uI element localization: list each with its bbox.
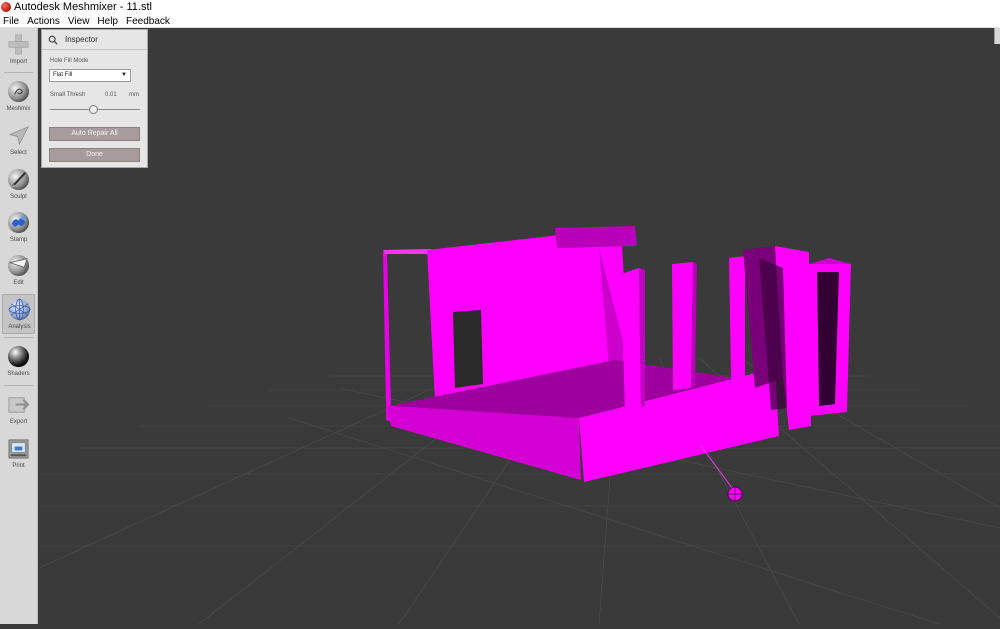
- window-title: Autodesk Meshmixer - 11.stl: [14, 1, 152, 13]
- analysis-sphere-icon: [8, 298, 31, 321]
- inspector-panel: Inspector Hole Fill Mode Flat Fill ▼ Sma…: [41, 29, 148, 168]
- gizmo-line: [700, 445, 736, 493]
- magnifier-icon: [48, 35, 58, 45]
- tool-shaders-label: Shaders: [7, 371, 30, 377]
- pivot-gizmo[interactable]: [727, 486, 743, 502]
- plus-icon: [8, 34, 29, 55]
- tool-meshmix-label: Meshmix: [6, 106, 31, 112]
- tool-sculpt-label: Sculpt: [10, 194, 27, 200]
- tool-edit[interactable]: Edit: [2, 251, 35, 291]
- small-thresh-slider-handle[interactable]: [88, 105, 98, 114]
- viewport-corner-button[interactable]: [994, 28, 1000, 44]
- tool-stamp[interactable]: Stamp: [2, 208, 35, 248]
- tool-edit-label: Edit: [13, 280, 24, 286]
- small-thresh-unit: mm: [129, 92, 139, 98]
- menu-bar: File Actions View Help Feedback: [0, 15, 1000, 28]
- toolbar-divider: [4, 385, 33, 386]
- 3d-viewport[interactable]: [38, 28, 1000, 625]
- select-arrow-icon: [8, 126, 29, 146]
- brush-icon: [7, 168, 30, 191]
- hole-fill-mode-label: Hole Fill Mode: [50, 58, 89, 64]
- toolbar-divider: [4, 72, 33, 73]
- meshmixer-logo-icon: [1, 2, 11, 12]
- menu-file[interactable]: File: [1, 15, 24, 28]
- tool-export-label: Export: [9, 419, 28, 425]
- tool-analysis-label: Analysis: [8, 324, 31, 330]
- tool-select[interactable]: Select: [2, 121, 35, 161]
- tool-analysis[interactable]: Analysis: [2, 294, 35, 334]
- menu-view[interactable]: View: [66, 15, 95, 28]
- magenta-mesh-model[interactable]: [383, 226, 851, 482]
- menu-actions[interactable]: Actions: [25, 15, 65, 28]
- tool-export[interactable]: Export: [2, 390, 35, 430]
- shader-sphere-icon: [7, 345, 30, 368]
- tool-print[interactable]: Print: [2, 434, 35, 474]
- tool-meshmix[interactable]: Meshmix: [2, 77, 35, 117]
- export-icon: [8, 397, 30, 413]
- tool-import[interactable]: Import: [2, 30, 35, 70]
- auto-repair-all-button[interactable]: Auto Repair All: [49, 127, 140, 141]
- small-thresh-label: Small Thresh: [50, 92, 86, 98]
- scene[interactable]: [38, 28, 1000, 625]
- tool-stamp-label: Stamp: [9, 237, 28, 243]
- tool-print-label: Print: [12, 463, 25, 469]
- stamp-icon: [7, 211, 30, 234]
- dropdown-arrow-icon: ▼: [121, 72, 127, 78]
- inspector-header: Inspector: [42, 30, 147, 50]
- tool-import-label: Import: [9, 59, 27, 65]
- menu-help[interactable]: Help: [95, 15, 123, 28]
- menu-feedback[interactable]: Feedback: [124, 15, 175, 28]
- hole-fill-mode-select[interactable]: Flat Fill ▼: [49, 69, 131, 82]
- tool-sculpt[interactable]: Sculpt: [2, 165, 35, 205]
- edit-sphere-icon: [7, 254, 30, 277]
- toolbar-divider: [4, 337, 33, 338]
- hole-fill-mode-value: Flat Fill: [53, 72, 73, 78]
- tool-shaders[interactable]: Shaders: [2, 342, 35, 382]
- small-thresh-value: 0.01: [105, 92, 117, 98]
- printer-icon: [8, 439, 29, 459]
- title-bar: Autodesk Meshmixer - 11.stl: [0, 0, 1000, 15]
- tool-select-label: Select: [10, 150, 27, 156]
- inspector-title: Inspector: [65, 35, 98, 44]
- done-button[interactable]: Done: [49, 148, 140, 162]
- tool-sidebar: Import Meshmix Select Sculpt Stamp Edit …: [0, 28, 38, 624]
- meshmix-icon: [7, 80, 30, 103]
